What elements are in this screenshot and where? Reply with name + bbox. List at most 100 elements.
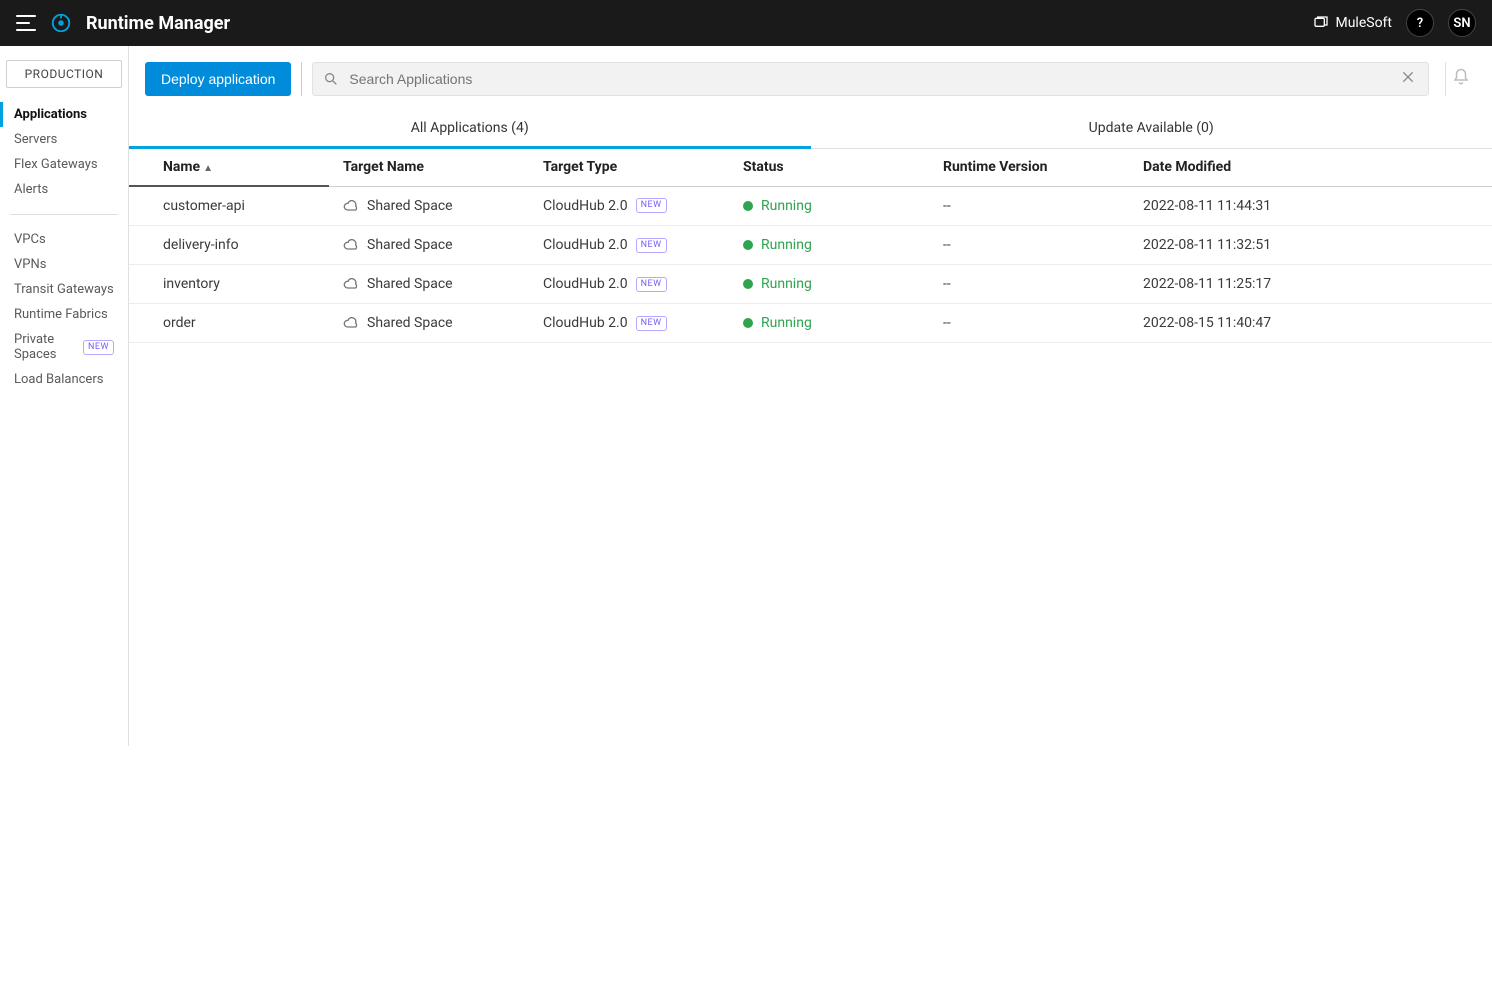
sidebar-item-private-spaces[interactable]: Private Spaces NEW xyxy=(0,327,128,367)
mulesoft-icon xyxy=(1313,15,1329,31)
sidebar-item-vpns[interactable]: VPNs xyxy=(0,252,128,277)
new-badge: NEW xyxy=(636,198,667,213)
target-name-text: Shared Space xyxy=(367,237,453,253)
status-dot-icon xyxy=(743,318,753,328)
status-text: Running xyxy=(761,276,812,292)
sidebar-divider xyxy=(10,214,118,215)
sidebar-item-label: Flex Gateways xyxy=(14,157,98,172)
help-button[interactable]: ? xyxy=(1406,9,1434,37)
cloud-icon xyxy=(343,278,359,290)
target-name-cell: Shared Space xyxy=(329,265,529,304)
col-header-target-type[interactable]: Target Type xyxy=(529,149,729,186)
sidebar-item-label: VPCs xyxy=(14,232,46,247)
date-modified-cell: 2022-08-15 11:40:47 xyxy=(1129,304,1492,343)
col-header-status[interactable]: Status xyxy=(729,149,929,186)
cloud-icon xyxy=(343,200,359,212)
target-type-text: CloudHub 2.0 xyxy=(543,276,628,292)
col-header-runtime-version[interactable]: Runtime Version xyxy=(929,149,1129,186)
status-cell: Running xyxy=(729,265,929,304)
applications-table: Name▲ Target Name Target Type Status Run… xyxy=(129,149,1492,343)
search-icon xyxy=(323,71,339,87)
notifications-icon[interactable] xyxy=(1452,68,1470,90)
search-input[interactable] xyxy=(349,63,1388,95)
status-dot-icon xyxy=(743,279,753,289)
target-type-text: CloudHub 2.0 xyxy=(543,237,628,253)
sidebar-item-runtime-fabrics[interactable]: Runtime Fabrics xyxy=(0,302,128,327)
app-name-cell: delivery-info xyxy=(129,226,329,265)
col-header-name[interactable]: Name▲ xyxy=(129,149,329,186)
table-row[interactable]: customer-api Shared Space CloudHub 2.0 NEW R… xyxy=(129,186,1492,226)
cloud-icon xyxy=(343,317,359,329)
target-type-cell: CloudHub 2.0 NEW xyxy=(529,265,729,304)
new-badge: NEW xyxy=(83,340,114,355)
target-type-cell: CloudHub 2.0 NEW xyxy=(529,304,729,343)
target-name-text: Shared Space xyxy=(367,198,453,214)
sidebar-item-flex-gateways[interactable]: Flex Gateways xyxy=(0,152,128,177)
status-cell: Running xyxy=(729,186,929,226)
status-dot-icon xyxy=(743,201,753,211)
status-text: Running xyxy=(761,237,812,253)
runtime-manager-icon xyxy=(50,12,72,34)
user-avatar[interactable]: SN xyxy=(1448,9,1476,37)
new-badge: NEW xyxy=(636,277,667,292)
runtime-version-cell: -- xyxy=(929,186,1129,226)
app-header: Runtime Manager MuleSoft ? SN xyxy=(0,0,1492,46)
deploy-application-button[interactable]: Deploy application xyxy=(145,62,291,96)
tab-all-applications[interactable]: All Applications (4) xyxy=(129,110,811,149)
new-badge: NEW xyxy=(636,238,667,253)
sidebar: PRODUCTION Applications Servers Flex Gatew… xyxy=(0,46,129,746)
date-modified-cell: 2022-08-11 11:44:31 xyxy=(1129,186,1492,226)
sidebar-item-load-balancers[interactable]: Load Balancers xyxy=(0,367,128,392)
status-cell: Running xyxy=(729,304,929,343)
target-name-text: Shared Space xyxy=(367,315,453,331)
app-name-cell: inventory xyxy=(129,265,329,304)
runtime-version-cell: -- xyxy=(929,304,1129,343)
date-modified-cell: 2022-08-11 11:25:17 xyxy=(1129,265,1492,304)
sidebar-item-vpcs[interactable]: VPCs xyxy=(0,227,128,252)
status-text: Running xyxy=(761,198,812,214)
menu-icon[interactable] xyxy=(16,15,36,31)
brand-label: MuleSoft xyxy=(1335,15,1392,31)
table-row[interactable]: order Shared Space CloudHub 2.0 NEW Running -… xyxy=(129,304,1492,343)
target-name-cell: Shared Space xyxy=(329,186,529,226)
cloud-icon xyxy=(343,239,359,251)
sidebar-item-label: Applications xyxy=(14,107,87,122)
new-badge: NEW xyxy=(636,316,667,331)
sidebar-item-label: Transit Gateways xyxy=(14,282,114,297)
sidebar-item-servers[interactable]: Servers xyxy=(0,127,128,152)
sidebar-item-alerts[interactable]: Alerts xyxy=(0,177,128,202)
target-type-text: CloudHub 2.0 xyxy=(543,198,628,214)
app-name-cell: order xyxy=(129,304,329,343)
clear-search-icon[interactable] xyxy=(1398,69,1418,90)
col-header-date-modified[interactable]: Date Modified xyxy=(1129,149,1492,186)
brand-link[interactable]: MuleSoft xyxy=(1313,15,1392,31)
sidebar-item-label: Load Balancers xyxy=(14,372,103,387)
main-content: Deploy application All Applications (4) … xyxy=(129,46,1492,746)
runtime-version-cell: -- xyxy=(929,226,1129,265)
target-type-text: CloudHub 2.0 xyxy=(543,315,628,331)
date-modified-cell: 2022-08-11 11:32:51 xyxy=(1129,226,1492,265)
sidebar-item-label: VPNs xyxy=(14,257,46,272)
app-name-cell: customer-api xyxy=(129,186,329,226)
sidebar-item-label: Private Spaces xyxy=(14,332,77,362)
sidebar-item-applications[interactable]: Applications xyxy=(0,102,128,127)
status-text: Running xyxy=(761,315,812,331)
table-row[interactable]: inventory Shared Space CloudHub 2.0 NEW Runn… xyxy=(129,265,1492,304)
sidebar-item-transit-gateways[interactable]: Transit Gateways xyxy=(0,277,128,302)
target-name-text: Shared Space xyxy=(367,276,453,292)
runtime-version-cell: -- xyxy=(929,265,1129,304)
status-cell: Running xyxy=(729,226,929,265)
environment-selector[interactable]: PRODUCTION xyxy=(6,60,122,88)
tab-update-available[interactable]: Update Available (0) xyxy=(811,110,1492,148)
sidebar-item-label: Runtime Fabrics xyxy=(14,307,108,322)
search-container xyxy=(312,62,1429,96)
sidebar-item-label: Servers xyxy=(14,132,57,147)
target-name-cell: Shared Space xyxy=(329,304,529,343)
table-row[interactable]: delivery-info Shared Space CloudHub 2.0 NEW… xyxy=(129,226,1492,265)
target-name-cell: Shared Space xyxy=(329,226,529,265)
sidebar-item-label: Alerts xyxy=(14,182,48,197)
target-type-cell: CloudHub 2.0 NEW xyxy=(529,186,729,226)
target-type-cell: CloudHub 2.0 NEW xyxy=(529,226,729,265)
col-header-target-name[interactable]: Target Name xyxy=(329,149,529,186)
status-dot-icon xyxy=(743,240,753,250)
